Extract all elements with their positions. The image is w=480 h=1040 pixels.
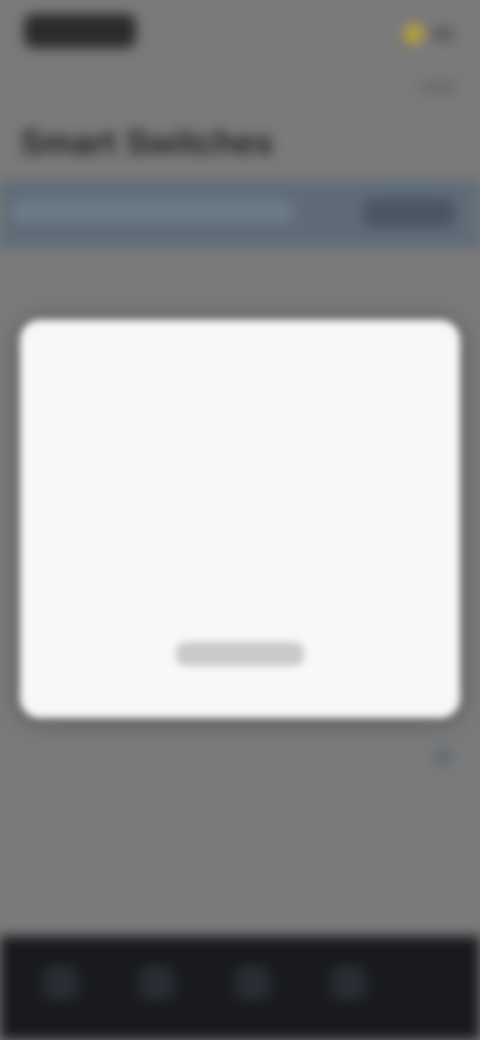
chevron-right-icon[interactable] [434, 748, 452, 766]
modal-confirm-button[interactable] [176, 642, 304, 666]
recent-apps-icon[interactable] [236, 966, 270, 1000]
back-icon[interactable] [44, 966, 78, 1000]
battery-icon [432, 28, 454, 40]
menu-icon[interactable] [332, 966, 366, 1000]
status-icons [404, 24, 454, 44]
info-banner [0, 180, 480, 248]
modal-dialog [20, 320, 460, 718]
status-bar [0, 0, 480, 64]
status-time [24, 14, 136, 48]
signal-icon [404, 24, 424, 44]
banner-message [12, 200, 292, 222]
page-title: Smart Switches [20, 124, 274, 162]
banner-action-button[interactable] [362, 198, 456, 228]
bottom-navigation-bar [0, 936, 480, 1040]
header-action-icon[interactable] [420, 82, 456, 92]
home-icon[interactable] [140, 966, 174, 1000]
